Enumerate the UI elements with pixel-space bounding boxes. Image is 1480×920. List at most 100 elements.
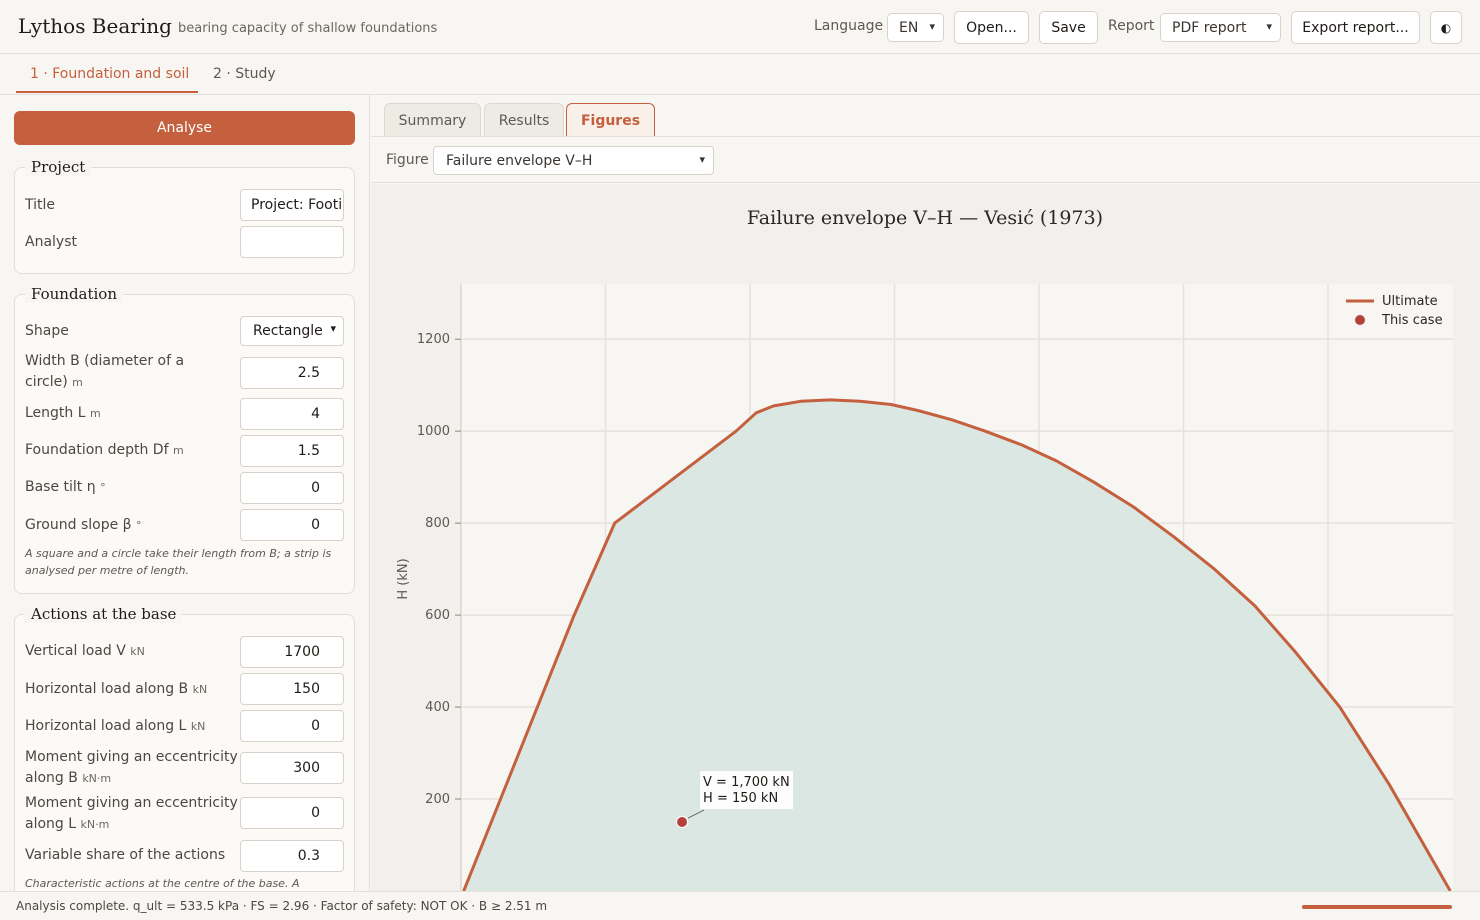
moment-l-unit: kN·m <box>80 818 110 831</box>
analyst-input[interactable] <box>240 226 344 258</box>
app-subtitle: bearing capacity of shallow foundations <box>178 21 438 36</box>
moment-b-unit: kN·m <box>82 772 112 785</box>
status-text: Analysis complete. q_ult = 533.5 kPa · F… <box>16 899 548 913</box>
horizontal-load-b-unit: kN <box>192 683 208 696</box>
y-tick-label: 1000 <box>417 424 450 439</box>
language-label: Language <box>814 18 884 34</box>
chevron-down-icon: ▾ <box>699 153 705 166</box>
horizontal-load-l-label: Horizontal load along L kN <box>25 716 205 737</box>
moment-b-label-text: Moment giving an eccentricity along B <box>25 749 238 786</box>
vertical-load-label: Vertical load V kN <box>25 641 145 662</box>
figure-value: Failure envelope V–H <box>446 152 593 169</box>
y-axis-ticks: 200 400 600 800 1000 1200 <box>417 332 461 807</box>
output-panel: Summary Results Figures Figure Failure e… <box>371 95 1480 891</box>
progress-fill <box>1302 905 1452 909</box>
y-tick-label: 600 <box>425 608 450 623</box>
width-label-text: Width B (diameter of a circle) <box>25 353 185 390</box>
length-unit: m <box>90 407 101 420</box>
vertical-load-unit: kN <box>130 645 145 658</box>
title-label: Title <box>25 197 56 213</box>
export-report-button[interactable]: Export report... <box>1291 11 1420 44</box>
slope-label: Ground slope β ° <box>25 515 142 536</box>
tab-figures[interactable]: Figures <box>566 103 655 137</box>
horizontal-load-b-label: Horizontal load along B kN <box>25 679 207 700</box>
language-value: EN <box>899 19 919 36</box>
shape-value: Rectangle <box>253 323 323 339</box>
analyst-label: Analyst <box>25 234 77 250</box>
vertical-load-input[interactable]: 1700 <box>240 636 344 668</box>
foundation-fieldset: Foundation Shape Rectangle ▾ Width B (di… <box>14 285 355 594</box>
width-unit: m <box>72 376 83 389</box>
foundation-legend: Foundation <box>25 285 124 303</box>
save-button[interactable]: Save <box>1039 11 1098 44</box>
slope-label-text: Ground slope β <box>25 517 132 533</box>
annotation-v: V = 1,700 kN <box>703 775 790 790</box>
active-tab-indicator <box>16 91 198 93</box>
shape-select[interactable]: Rectangle ▾ <box>240 316 344 346</box>
shape-label: Shape <box>25 323 69 339</box>
project-fieldset: Project Title Project: Footing Analyst <box>14 158 355 274</box>
title-input[interactable]: Project: Footing <box>240 189 344 221</box>
failure-envelope-chart: Failure envelope V–H — Vesić (1973) 200 4… <box>396 207 1453 891</box>
tab-results[interactable]: Results <box>484 103 564 137</box>
progress-bar <box>1302 905 1452 909</box>
actions-fieldset: Actions at the base Vertical load V kN 1… <box>14 605 355 891</box>
depth-input[interactable]: 1.5 <box>240 435 344 467</box>
step-tabs: 1 · Foundation and soil 2 · Study <box>0 54 1480 95</box>
moment-l-label-text: Moment giving an eccentricity along L <box>25 795 238 832</box>
horizontal-load-l-unit: kN <box>190 720 206 733</box>
y-tick-label: 400 <box>425 700 450 715</box>
horizontal-load-b-input[interactable]: 150 <box>240 673 344 705</box>
depth-label: Foundation depth Df m <box>25 440 184 461</box>
tilt-unit: ° <box>100 481 106 494</box>
actions-note: Characteristic actions at the centre of … <box>25 877 300 890</box>
figure-label: Figure <box>386 152 429 168</box>
chart-title: Failure envelope V–H — Vesić (1973) <box>747 207 1103 229</box>
tab-study[interactable]: 2 · Study <box>213 66 276 82</box>
slope-input[interactable]: 0 <box>240 509 344 541</box>
foundation-note: A square and a circle take their length … <box>25 547 332 577</box>
language-select[interactable]: EN ▾ <box>887 13 944 42</box>
width-label: Width B (diameter of a circle) m <box>25 351 225 393</box>
width-input[interactable]: 2.5 <box>240 357 344 389</box>
actions-legend: Actions at the base <box>25 605 183 623</box>
tilt-label: Base tilt η ° <box>25 477 106 498</box>
app-header: Lythos Bearing bearing capacity of shall… <box>0 0 1480 54</box>
tab-summary[interactable]: Summary <box>384 103 481 137</box>
variable-share-input[interactable]: 0.3 <box>240 840 344 872</box>
legend-this-case: This case <box>1381 313 1443 328</box>
moment-l-label: Moment giving an eccentricity along L kN… <box>25 793 240 835</box>
annotation-h: H = 150 kN <box>703 791 778 806</box>
legend-ultimate: Ultimate <box>1382 294 1438 309</box>
analyse-button[interactable]: Analyse <box>14 111 355 145</box>
open-button[interactable]: Open... <box>954 11 1029 44</box>
this-case-point <box>676 816 689 829</box>
depth-label-text: Foundation depth Df <box>25 442 169 458</box>
tilt-label-text: Base tilt η <box>25 479 96 495</box>
app-title: Lythos Bearing <box>18 14 172 38</box>
chevron-down-icon: ▾ <box>1266 20 1272 33</box>
y-tick-label: 800 <box>425 516 450 531</box>
chart-area: Failure envelope V–H — Vesić (1973) 200 4… <box>371 184 1480 891</box>
moment-l-input[interactable]: 0 <box>240 797 344 829</box>
report-format-select[interactable]: PDF report ▾ <box>1160 13 1281 42</box>
figure-toolbar: Figure Failure envelope V–H ▾ <box>371 137 1480 183</box>
moment-b-input[interactable]: 300 <box>240 752 344 784</box>
theme-toggle-button[interactable]: ◐ <box>1430 11 1462 44</box>
slope-unit: ° <box>136 519 142 532</box>
length-label-text: Length L <box>25 405 86 421</box>
y-tick-label: 1200 <box>417 332 450 347</box>
length-input[interactable]: 4 <box>240 398 344 430</box>
y-axis-label: H (kN) <box>396 558 411 599</box>
chevron-down-icon: ▾ <box>330 322 336 335</box>
report-label: Report <box>1108 18 1155 34</box>
tab-foundation-and-soil[interactable]: 1 · Foundation and soil <box>30 66 189 82</box>
legend-point-swatch <box>1355 315 1365 325</box>
horizontal-load-l-label-text: Horizontal load along L <box>25 718 187 734</box>
horizontal-load-l-input[interactable]: 0 <box>240 710 344 742</box>
depth-unit: m <box>172 444 184 457</box>
vertical-load-label-text: Vertical load V <box>25 643 126 659</box>
moment-b-label: Moment giving an eccentricity along B kN… <box>25 747 240 789</box>
figure-select[interactable]: Failure envelope V–H ▾ <box>433 146 714 175</box>
tilt-input[interactable]: 0 <box>240 472 344 504</box>
